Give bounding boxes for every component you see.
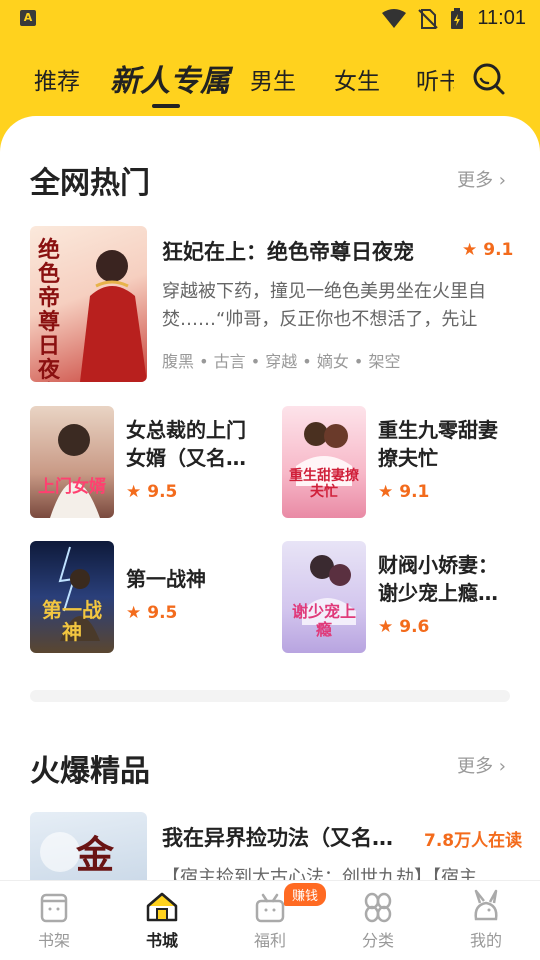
featured-book-boutique[interactable]: 金 我在异界捡功法（又名… 7.8万人在读 【宿主捡到太古心法：创世九劫】【宿主: [30, 812, 522, 880]
book-item[interactable]: 上门女婿 女总裁的上门女婿（又名… ★ 9.5: [30, 406, 260, 518]
featured-book[interactable]: 绝色帝尊日夜宠 狂妃在上：绝色帝尊日夜宠 ★9.1 穿越被下药，撞见一绝色美男坐…: [30, 226, 514, 382]
gift-icon: [255, 893, 285, 923]
nav-category[interactable]: 分类: [338, 889, 418, 951]
book-item[interactable]: 谢少宠上瘾 财阀小娇妻：谢少宠上瘾… ★ 9.6: [282, 541, 512, 653]
nav-bookshelf[interactable]: 书架: [14, 889, 94, 951]
book-rating: ★ 9.1: [462, 240, 514, 260]
book-cover: 谢少宠上瘾: [282, 541, 366, 653]
section-title-hot: 全网热门: [30, 166, 150, 201]
status-bar: A 11:01: [0, 0, 540, 38]
tab-male[interactable]: 男生: [250, 62, 296, 96]
book-item[interactable]: 第一战神 第一战神 ★ 9.5: [30, 541, 260, 653]
no-sim-icon: [418, 9, 438, 29]
bookshelf-icon: [40, 893, 68, 923]
more-link-hot[interactable]: 更多 ›: [457, 166, 506, 192]
book-title: 重生九零甜妻撩夫忙: [378, 418, 498, 470]
bottom-nav: 书架 书城 福利 赚钱 分类 我的: [0, 880, 540, 960]
star-icon: ★: [378, 617, 394, 637]
book-cover: 上门女婿: [30, 406, 114, 518]
star-icon: ★: [462, 240, 478, 260]
star-icon: ★: [126, 603, 142, 623]
battery-charging-icon: [451, 8, 463, 29]
book-title: 女总裁的上门女婿（又名…: [126, 418, 246, 470]
star-icon: ★: [126, 482, 142, 502]
clock: 11:01: [477, 7, 526, 29]
book-rating: ★ 9.1: [378, 482, 430, 502]
more-link-boutique[interactable]: 更多 ›: [457, 752, 506, 778]
book-title: 我在异界捡功法（又名…: [162, 826, 393, 850]
star-icon: ★: [378, 482, 394, 502]
book-item[interactable]: 重生甜妻撩夫忙 重生九零甜妻撩夫忙 ★ 9.1: [282, 406, 512, 518]
book-rating: ★ 9.6: [378, 617, 430, 637]
tab-female[interactable]: 女生: [334, 62, 380, 96]
home-icon: [146, 892, 178, 922]
tab-audiobook[interactable]: 听书: [416, 62, 454, 96]
book-cover: 第一战神: [30, 541, 114, 653]
category-icon: [364, 892, 392, 923]
book-cover: 金: [30, 812, 147, 880]
active-tab-indicator: [152, 104, 180, 108]
main-content: 全网热门 更多 › 绝色帝尊日夜宠 狂妃在上：绝色帝尊日夜宠 ★9.1 穿越被下…: [0, 116, 540, 880]
book-description: 穿越被下药，撞见一绝色美男坐在火里自焚……“帅哥，反正你也不想活了，先让我……: [162, 281, 486, 330]
category-tabs: 推荐 新人专属 男生 女生 听书: [0, 38, 540, 118]
book-description: 【宿主捡到太古心法：创世九劫】【宿主: [162, 867, 477, 880]
book-cover: 绝色帝尊日夜宠: [30, 226, 147, 382]
section-divider: [30, 690, 510, 702]
app-notification-icon: A: [20, 10, 36, 26]
rabbit-icon: [474, 889, 498, 921]
nav-bookstore[interactable]: 书城: [122, 889, 202, 951]
book-tags: 腹黑 • 古言 • 穿越 • 嫡女 • 架空: [162, 352, 401, 371]
tab-new-user[interactable]: 新人专属: [110, 56, 230, 100]
book-rating: ★ 9.5: [126, 603, 178, 623]
section-title-boutique: 火爆精品: [30, 754, 150, 789]
book-cover: 重生甜妻撩夫忙: [282, 406, 366, 518]
earn-badge: 赚钱: [284, 883, 327, 906]
book-title: 狂妃在上：绝色帝尊日夜宠: [162, 240, 414, 264]
book-rating: ★ 9.5: [126, 482, 178, 502]
wifi-icon: [382, 9, 406, 28]
book-title: 财阀小娇妻：谢少宠上瘾…: [378, 553, 498, 605]
search-icon[interactable]: [472, 62, 506, 96]
nav-profile[interactable]: 我的: [446, 889, 526, 951]
tab-recommend[interactable]: 推荐: [34, 62, 80, 96]
readers-count: 7.8万人在读: [424, 831, 523, 851]
